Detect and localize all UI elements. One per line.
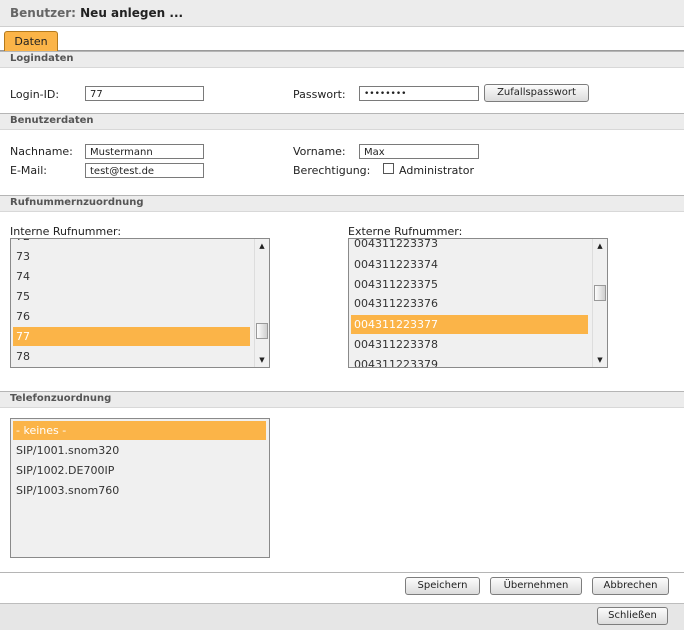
list-item[interactable]: SIP/1002.DE700IP [13,461,266,480]
password-label: Passwort: [293,88,346,101]
title-prefix: Benutzer: [10,6,76,20]
internal-number-list[interactable]: 72 73 74 75 76 77 78 ▲ ▼ [10,238,270,368]
list-item-selected[interactable]: 77 [13,327,250,346]
scroll-up-arrow-icon[interactable]: ▲ [255,239,269,253]
lastname-input[interactable]: Mustermann [85,144,204,159]
tab-bar: Daten [0,27,684,51]
section-header-login: Logindaten [0,51,684,68]
section-title-user: Benutzerdaten [10,115,94,126]
list-item[interactable]: 004311223378 [351,335,592,354]
scroll-thumb[interactable] [594,285,606,301]
actions-divider [0,572,684,573]
login-id-label: Login-ID: [10,88,60,101]
firstname-label: Vorname: [293,145,346,158]
list-item[interactable]: 73 [13,247,254,266]
list-item[interactable]: 004311223379 [351,355,592,367]
permission-label: Berechtigung: [293,164,371,177]
email-label: E-Mail: [10,164,47,177]
footer-bar: Schließen [0,603,684,630]
dialog-title-bar: Benutzer: Neu anlegen ... [0,0,684,27]
list-item[interactable]: 004311223376 [351,294,592,313]
save-button[interactable]: Speichern [405,577,480,595]
list-item[interactable]: 76 [13,307,254,326]
phone-list[interactable]: - keines - SIP/1001.snom320 SIP/1002.DE7… [10,418,270,558]
section-title-login: Logindaten [10,53,74,64]
list-item-selected[interactable]: - keines - [13,421,266,440]
login-id-input[interactable]: 77 [85,86,204,101]
list-item[interactable]: 004311223375 [351,275,592,294]
cancel-button[interactable]: Abbrechen [592,577,669,595]
section-header-user: Benutzerdaten [0,113,684,130]
title-text: Neu anlegen ... [80,6,184,20]
section-title-phone: Telefonzuordnung [10,393,112,404]
internal-list-scrollbar[interactable]: ▲ ▼ [254,239,269,367]
apply-button[interactable]: Übernehmen [490,577,582,595]
scroll-down-arrow-icon[interactable]: ▼ [593,353,607,367]
random-password-button[interactable]: Zufallspasswort [484,84,589,102]
external-list-scrollbar[interactable]: ▲ ▼ [592,239,607,367]
firstname-input[interactable]: Max [359,144,479,159]
external-number-list[interactable]: 004311223373 004311223374 004311223375 0… [348,238,608,368]
list-item[interactable]: 004311223374 [351,255,592,274]
email-input[interactable]: test@test.de [85,163,204,178]
lastname-label: Nachname: [10,145,73,158]
section-header-numbers: Rufnummernzuordnung [0,195,684,212]
list-item[interactable]: 78 [13,347,254,366]
list-item-selected[interactable]: 004311223377 [351,315,588,334]
internal-number-label: Interne Rufnummer: [10,225,122,238]
external-number-label: Externe Rufnummer: [348,225,463,238]
section-title-numbers: Rufnummernzuordnung [10,197,144,208]
password-input[interactable]: •••••••• [359,86,479,101]
scroll-up-arrow-icon[interactable]: ▲ [593,239,607,253]
administrator-label: Administrator [399,164,474,177]
scroll-thumb[interactable] [256,323,268,339]
section-header-phone: Telefonzuordnung [0,391,684,408]
list-item[interactable]: 75 [13,287,254,306]
list-item[interactable]: SIP/1001.snom320 [13,441,266,460]
tab-daten[interactable]: Daten [4,31,58,51]
list-item[interactable]: SIP/1003.snom760 [13,481,266,500]
dialog-title: Benutzer: Neu anlegen ... [10,6,183,20]
administrator-checkbox[interactable] [383,163,394,174]
scroll-down-arrow-icon[interactable]: ▼ [255,353,269,367]
list-item[interactable]: 72 [13,239,254,246]
close-button[interactable]: Schließen [597,607,668,625]
list-item[interactable]: 004311223373 [351,239,592,253]
list-item[interactable]: 74 [13,267,254,286]
